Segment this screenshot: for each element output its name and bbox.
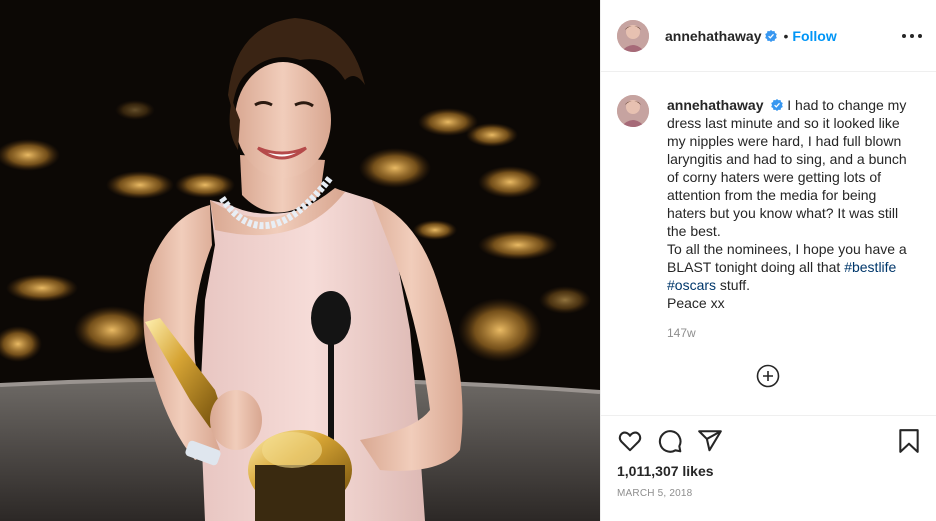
- more-dot: [902, 34, 906, 38]
- avatar-image: [617, 95, 649, 127]
- add-comment-icon[interactable]: [756, 364, 780, 388]
- caption-text-1: I had to change my dress last minute and…: [667, 97, 907, 239]
- comments-area: annehathaway I had to change my dress la…: [601, 72, 936, 416]
- heart-icon[interactable]: [617, 428, 643, 454]
- caption-avatar[interactable]: [617, 95, 649, 127]
- post-caption: annehathaway I had to change my dress la…: [667, 96, 919, 312]
- post-header: annehathaway • Follow: [601, 0, 936, 72]
- post-photo[interactable]: [0, 0, 600, 521]
- post-side-panel: annehathaway • Follow annehathaway I had…: [600, 0, 936, 521]
- caption-username[interactable]: annehathaway: [667, 97, 763, 113]
- instagram-post: annehathaway • Follow annehathaway I had…: [0, 0, 936, 521]
- hashtag-bestlife[interactable]: #bestlife: [844, 259, 896, 275]
- header-separator: •: [783, 27, 789, 44]
- hashtag-oscars[interactable]: #oscars: [667, 277, 716, 293]
- caption-age[interactable]: 147w: [667, 326, 696, 340]
- more-dot: [910, 34, 914, 38]
- bookmark-icon[interactable]: [896, 428, 922, 454]
- verified-badge-icon: [771, 99, 784, 111]
- post-photo-image: [0, 0, 600, 521]
- verified-badge-icon: [765, 29, 778, 42]
- share-icon[interactable]: [697, 428, 723, 454]
- header-avatar[interactable]: [617, 19, 649, 52]
- header-username[interactable]: annehathaway: [665, 28, 761, 44]
- likes-count[interactable]: 1,011,307 likes: [617, 463, 714, 479]
- more-options-icon[interactable]: [902, 26, 922, 46]
- follow-button[interactable]: Follow: [792, 28, 836, 44]
- action-bar: [601, 428, 936, 454]
- caption-signoff: Peace xx: [667, 295, 725, 311]
- caption-text-3: stuff.: [719, 277, 751, 293]
- post-date[interactable]: MARCH 5, 2018: [617, 488, 692, 499]
- comment-icon[interactable]: [657, 428, 683, 454]
- avatar-image: [617, 19, 649, 52]
- more-dot: [918, 34, 922, 38]
